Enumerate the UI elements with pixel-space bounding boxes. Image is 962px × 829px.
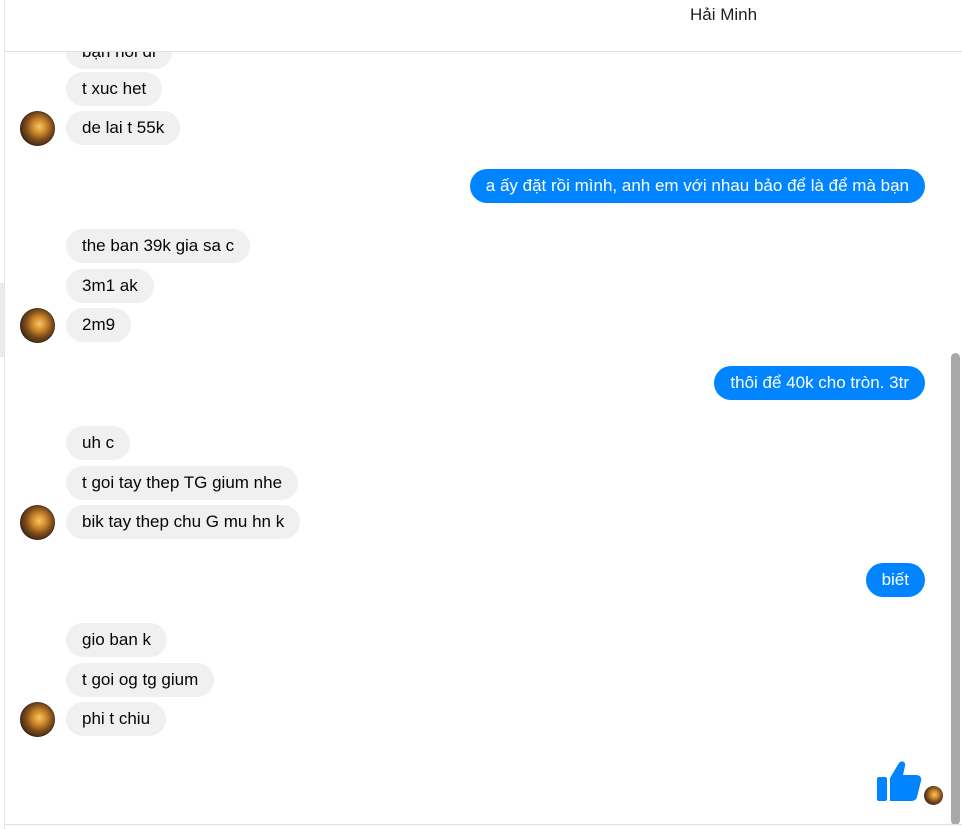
contact-avatar[interactable] bbox=[20, 308, 55, 343]
incoming-message[interactable]: uh c bbox=[66, 426, 131, 460]
scrollbar-thumb[interactable] bbox=[951, 353, 960, 825]
incoming-message[interactable]: de lai t 55k bbox=[66, 111, 181, 145]
incoming-message[interactable]: 2m9 bbox=[66, 308, 132, 342]
contact-avatar[interactable] bbox=[20, 702, 55, 737]
left-panel-tab[interactable] bbox=[0, 283, 4, 357]
contact-name[interactable]: Hải Minh bbox=[690, 5, 757, 25]
incoming-message[interactable]: t xuc het bbox=[66, 72, 163, 106]
incoming-message[interactable]: gio ban k bbox=[66, 623, 167, 657]
outgoing-message[interactable]: a ấy đặt rồi mình, anh em với nhau bảo đ… bbox=[469, 169, 925, 203]
message-list[interactable]: bạn nói đi t xuc het de lai t 55k a ấy đ… bbox=[5, 52, 962, 824]
incoming-message[interactable]: the ban 39k gia sa c bbox=[66, 229, 251, 263]
incoming-message[interactable]: phi t chiu bbox=[66, 702, 167, 736]
contact-avatar[interactable] bbox=[20, 111, 55, 146]
incoming-message[interactable]: bạn nói đi bbox=[66, 52, 172, 69]
thumbs-up-icon[interactable] bbox=[875, 757, 923, 805]
incoming-message[interactable]: 3m1 ak bbox=[66, 269, 154, 303]
incoming-message[interactable]: bik tay thep chu G mu hn k bbox=[66, 505, 301, 539]
outgoing-message[interactable]: thôi để 40k cho tròn. 3tr bbox=[714, 366, 925, 400]
read-receipt-avatar bbox=[924, 786, 943, 805]
contact-avatar[interactable] bbox=[20, 505, 55, 540]
outgoing-message[interactable]: biết bbox=[865, 563, 925, 597]
composer-divider bbox=[5, 824, 962, 825]
incoming-message[interactable]: t goi tay thep TG gium nhe bbox=[66, 466, 299, 500]
chat-header: Hải Minh bbox=[5, 0, 962, 52]
incoming-message[interactable]: t goi og tg gium bbox=[66, 663, 215, 697]
